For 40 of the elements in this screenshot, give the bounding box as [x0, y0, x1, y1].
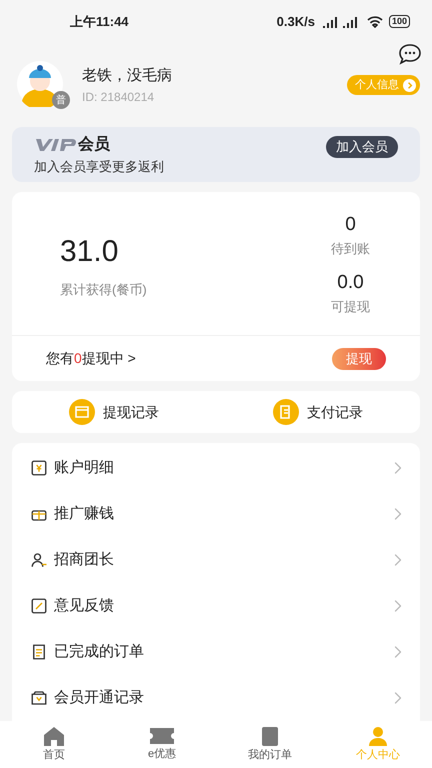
battery-level: 100 [388, 15, 410, 28]
total-label: 累计获得(餐币) [60, 280, 147, 299]
network-speed: 0.3K/s [276, 12, 315, 31]
pending-amount: 0 [345, 212, 356, 237]
total-earnings: 31.0 [60, 234, 120, 270]
menu-item[interactable]: 会员开通记录 [12, 674, 420, 721]
person-icon [367, 725, 389, 748]
user-name: 老铁，没毛病 [82, 66, 173, 86]
menu-item[interactable]: 账户明细 [12, 444, 420, 491]
yen-note-icon [30, 458, 48, 477]
home-icon [42, 725, 66, 748]
person-icon [30, 550, 48, 569]
menu-item[interactable]: 意见反馈 [12, 582, 420, 629]
pending-label: 待到账 [331, 240, 370, 258]
level-badge: 普 [52, 91, 70, 110]
receipt-icon [273, 399, 299, 426]
withdrawable-amount: 0.0 [337, 270, 364, 295]
menu-item[interactable]: 推广赚钱 [12, 490, 420, 537]
vip-logo-icon [34, 138, 78, 152]
menu-item[interactable]: 已完成的订单 [12, 628, 420, 675]
tab[interactable]: 我的订单 [216, 725, 324, 764]
chat-icon[interactable] [398, 43, 422, 66]
user-id: ID: 21840214 [82, 88, 156, 106]
join-vip-button[interactable]: 加入会员 [326, 136, 398, 158]
withdrawing-link[interactable]: 您有0提现中 > [46, 348, 136, 370]
withdrawable-label: 可提现 [331, 298, 370, 316]
pencil-icon [30, 596, 48, 615]
folder-icon [30, 688, 48, 707]
vip-title: 会员 [78, 134, 110, 156]
vip-subtitle: 加入会员享受更多返利 [34, 158, 164, 176]
status-time: 上午11:44 [70, 12, 129, 31]
wifi-icon [366, 16, 383, 28]
list-icon [30, 642, 48, 661]
tab[interactable]: e优惠 [108, 726, 216, 763]
ticket-icon [149, 726, 175, 746]
tab[interactable]: 首页 [0, 725, 108, 764]
menu-item[interactable]: 招商团长 [12, 536, 420, 583]
record-link[interactable]: 支付记录 [216, 399, 420, 426]
record-link[interactable]: 提现记录 [12, 399, 216, 426]
wallet-icon [69, 399, 95, 426]
